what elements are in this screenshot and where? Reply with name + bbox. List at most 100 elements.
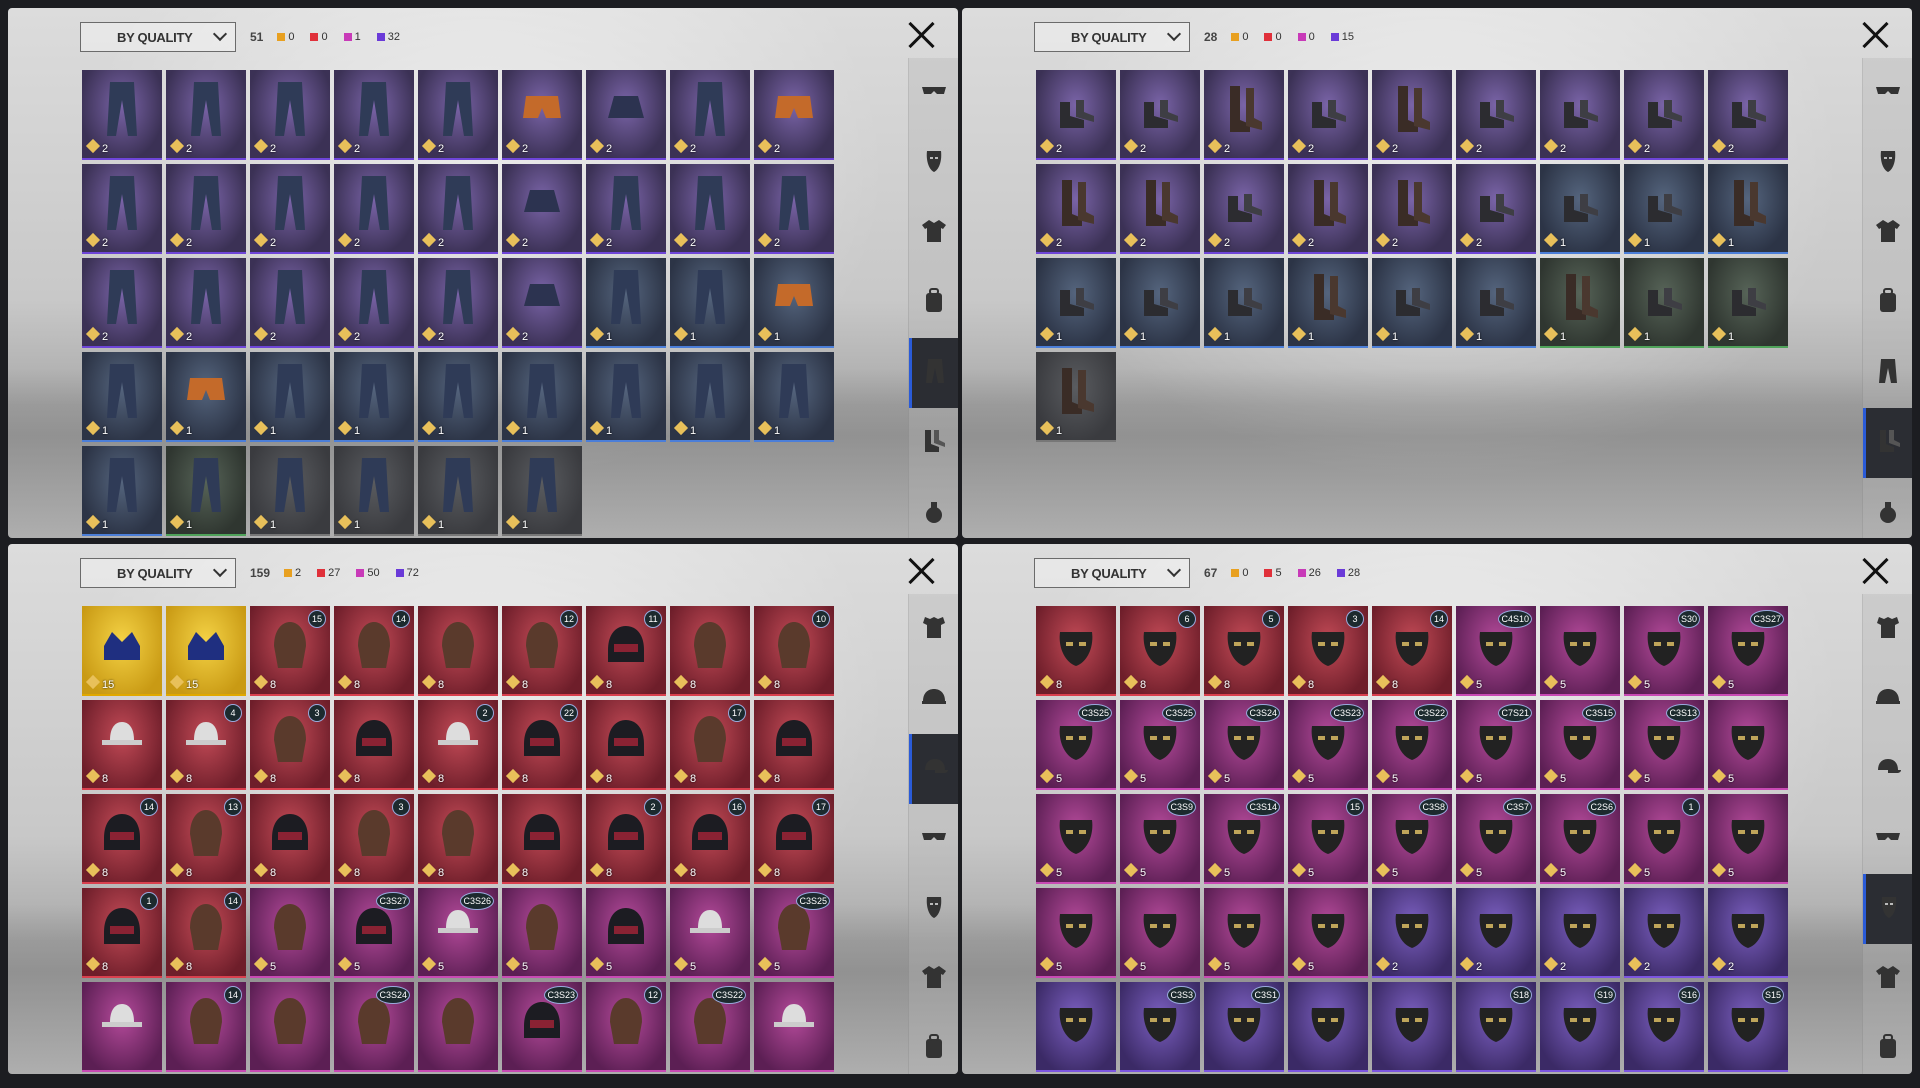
item-tile[interactable]: 8 (418, 794, 498, 884)
item-tile[interactable]: 1 (1708, 164, 1788, 254)
category-tab-mask[interactable] (909, 874, 958, 944)
item-tile[interactable]: 1 (754, 258, 834, 348)
item-tile[interactable]: 5 C3S23 (1288, 700, 1368, 790)
item-tile[interactable]: 2 (166, 258, 246, 348)
item-tile[interactable]: S15 (1708, 982, 1788, 1072)
item-tile[interactable]: 1 (250, 446, 330, 536)
item-tile[interactable]: 1 (670, 258, 750, 348)
item-tile[interactable]: 1 (1036, 352, 1116, 442)
category-tab-backpack[interactable] (909, 1014, 958, 1074)
item-tile[interactable]: 14 (166, 982, 246, 1072)
item-tile[interactable]: 5 C3S13 (1624, 700, 1704, 790)
item-tile[interactable]: 8 (1036, 606, 1116, 696)
category-tab-mask[interactable] (1863, 128, 1912, 198)
category-tab-goggles[interactable] (1863, 58, 1912, 128)
item-tile[interactable]: 12 (586, 982, 666, 1072)
item-tile[interactable]: 2 (334, 258, 414, 348)
item-tile[interactable]: 5 C3S24 (1204, 700, 1284, 790)
item-tile[interactable]: 2 (1036, 70, 1116, 160)
item-tile[interactable]: C3S3 (1120, 982, 1200, 1072)
item-tile[interactable]: 1 (1708, 258, 1788, 348)
item-tile[interactable]: 1 (1540, 258, 1620, 348)
close-icon[interactable] (1860, 20, 1890, 50)
item-tile[interactable] (754, 982, 834, 1072)
item-tile[interactable]: 8 17 (754, 794, 834, 884)
category-tab-goggles[interactable] (1863, 804, 1912, 874)
item-tile[interactable]: 5 C7S21 (1456, 700, 1536, 790)
item-tile[interactable]: 5 (670, 888, 750, 978)
item-tile[interactable]: 1 (1540, 164, 1620, 254)
item-tile[interactable]: S16 (1624, 982, 1704, 1072)
item-tile[interactable] (1372, 982, 1452, 1072)
item-tile[interactable]: C3S22 (670, 982, 750, 1072)
item-tile[interactable]: 82 (418, 700, 498, 790)
item-tile[interactable]: 51 (1624, 794, 1704, 884)
item-tile[interactable]: 5 C3S7 (1456, 794, 1536, 884)
item-tile[interactable]: 2 (418, 164, 498, 254)
item-tile[interactable]: 2 (1540, 888, 1620, 978)
item-tile[interactable]: 1 (82, 446, 162, 536)
category-tab-backpack[interactable] (1863, 1014, 1912, 1074)
item-tile[interactable]: 2 (334, 70, 414, 160)
item-tile[interactable]: 1 (334, 446, 414, 536)
item-tile[interactable]: 2 (1624, 70, 1704, 160)
item-tile[interactable]: 8 17 (670, 700, 750, 790)
category-tab-outfit[interactable] (909, 594, 958, 664)
item-tile[interactable]: S18 (1456, 982, 1536, 1072)
item-tile[interactable]: 2 (1372, 70, 1452, 160)
category-tab-cap[interactable] (909, 734, 958, 804)
item-tile[interactable]: 5 C3S9 (1120, 794, 1200, 884)
item-tile[interactable]: 2 (1372, 888, 1452, 978)
item-tile[interactable]: 8 (586, 700, 666, 790)
item-tile[interactable]: C3S23 (502, 982, 582, 1072)
item-tile[interactable]: 5 C2S6 (1540, 794, 1620, 884)
category-tab-jacket[interactable] (1863, 198, 1912, 268)
item-tile[interactable]: 86 (1120, 606, 1200, 696)
sort-dropdown[interactable]: BY QUALITY (1034, 22, 1190, 52)
item-tile[interactable]: 1 (670, 352, 750, 442)
item-tile[interactable]: 2 (1120, 70, 1200, 160)
item-tile[interactable]: 8 (250, 794, 330, 884)
item-tile[interactable]: 8 16 (670, 794, 750, 884)
item-tile[interactable]: 85 (1204, 606, 1284, 696)
item-tile[interactable]: 2 (82, 70, 162, 160)
item-tile[interactable]: 2 (502, 258, 582, 348)
item-tile[interactable]: 8 12 (502, 606, 582, 696)
item-tile[interactable]: 2 (1120, 164, 1200, 254)
item-tile[interactable]: 8 14 (82, 794, 162, 884)
item-tile[interactable]: 2 (1288, 70, 1368, 160)
item-tile[interactable]: 8 14 (166, 888, 246, 978)
item-tile[interactable]: 8 13 (166, 794, 246, 884)
item-tile[interactable]: 1 (754, 352, 834, 442)
item-tile[interactable]: 2 (586, 70, 666, 160)
item-tile[interactable]: 2 (334, 164, 414, 254)
item-tile[interactable]: 8 (502, 794, 582, 884)
item-tile[interactable]: 8 (418, 606, 498, 696)
item-tile[interactable]: 8 10 (754, 606, 834, 696)
item-tile[interactable]: 2 (1456, 888, 1536, 978)
item-tile[interactable]: 83 (1288, 606, 1368, 696)
item-tile[interactable]: 2 (166, 70, 246, 160)
item-tile[interactable]: 5 (1036, 794, 1116, 884)
item-tile[interactable]: 2 (502, 70, 582, 160)
item-tile[interactable]: 1 (502, 446, 582, 536)
item-tile[interactable]: 84 (166, 700, 246, 790)
item-tile[interactable]: 8 14 (1372, 606, 1452, 696)
item-tile[interactable]: 5 (1036, 888, 1116, 978)
close-icon[interactable] (906, 556, 936, 586)
item-tile[interactable]: 1 (418, 352, 498, 442)
item-tile[interactable]: 2 (1288, 164, 1368, 254)
item-tile[interactable]: 81 (82, 888, 162, 978)
item-tile[interactable]: 2 (754, 164, 834, 254)
item-tile[interactable]: 2 (1456, 70, 1536, 160)
item-tile[interactable]: 1 (250, 352, 330, 442)
item-tile[interactable]: 1 (82, 352, 162, 442)
item-tile[interactable]: 1 (1204, 258, 1284, 348)
item-tile[interactable]: 5 C3S25 (1120, 700, 1200, 790)
close-icon[interactable] (1860, 556, 1890, 586)
item-tile[interactable]: 5 (1288, 888, 1368, 978)
item-tile[interactable]: 5 (1540, 606, 1620, 696)
item-tile[interactable]: 5 C3S22 (1372, 700, 1452, 790)
item-tile[interactable] (1036, 982, 1116, 1072)
item-tile[interactable]: 5 C3S25 (1036, 700, 1116, 790)
